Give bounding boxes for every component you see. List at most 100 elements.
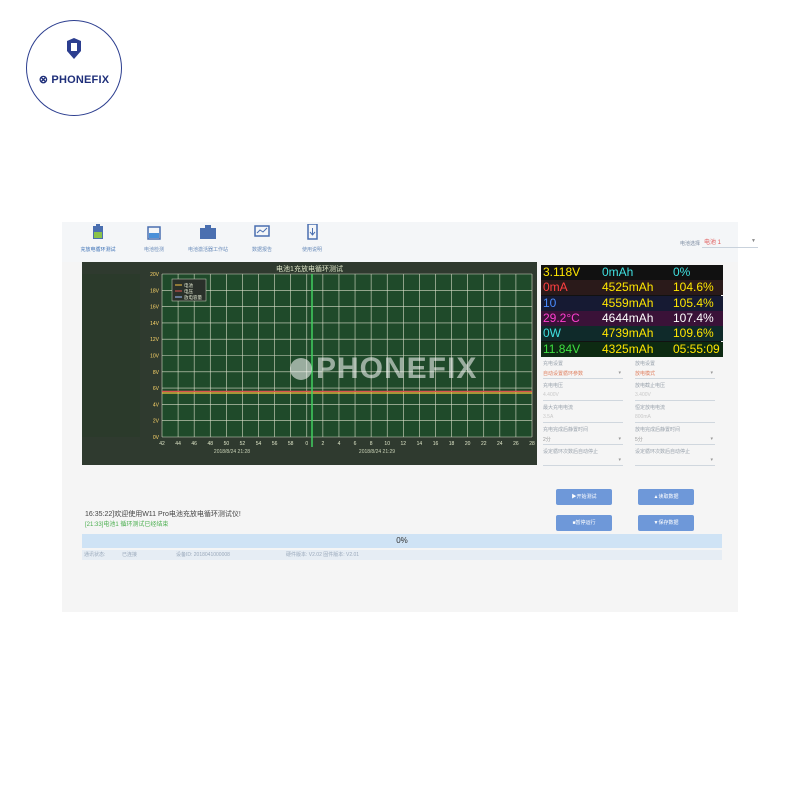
charge-voltage-field[interactable]: 4.400V — [543, 392, 623, 401]
watermark: PHONEFIX — [290, 352, 477, 386]
x-tick-label: 20 — [465, 441, 471, 447]
max-charge-current-label: 最大充电电流 — [543, 405, 574, 411]
tab-workstation[interactable]: 电池激活器工作站 — [186, 224, 230, 260]
x-tick-label: 42 — [159, 441, 165, 447]
left-axis-band — [82, 274, 140, 437]
x-tick-label: 6 — [354, 441, 357, 447]
save-data-button[interactable]: ▼保存数据 — [638, 515, 694, 531]
readout-value: 0mAh — [600, 265, 672, 280]
chevron-down-icon: ▼ — [751, 238, 756, 244]
max-charge-current-field[interactable]: 3.5A — [543, 414, 623, 423]
readout-value: 0% — [671, 265, 723, 280]
charge-mode-select[interactable]: 自动设置循环参数 ▾ — [543, 370, 623, 379]
legend-entry: 电池 — [184, 282, 193, 288]
battery-icon — [147, 226, 161, 240]
discharge-mode-select[interactable]: 放电模式 ▾ — [635, 370, 715, 379]
cycle-auto-stop-select[interactable]: ▾ — [543, 457, 623, 466]
status-item: 通讯状态: — [84, 552, 106, 558]
settings-panel: 充电设置 放电设置 自动设置循环参数 ▾ 放电模式 ▾ 充电电压 放电截止电压 4.… — [541, 360, 723, 470]
x-tick-label: 50 — [224, 441, 230, 447]
discharge-rest-label: 放电完成后静置时间 — [635, 427, 681, 433]
readout-value: 104.6% — [671, 280, 723, 296]
tab-battery-check[interactable]: 电池检测 — [132, 224, 176, 260]
readout-value: 10 — [541, 295, 601, 311]
tab-cycle-test[interactable]: 充放电循环测试 — [76, 224, 120, 260]
x-tick-label: 56 — [272, 441, 278, 447]
status-bar: 通讯状态: 已连接 设备ID: 2018041000008 硬件版本: V2.0… — [82, 550, 722, 560]
y-tick-label: 2V — [153, 419, 160, 425]
x-tick-label: 44 — [175, 441, 181, 447]
chevron-down-icon: ▾ — [710, 457, 713, 463]
readout-value: 4644mAh — [600, 310, 672, 326]
report-icon — [254, 225, 270, 237]
phonefix-mark-icon — [67, 38, 81, 59]
y-tick-label: 14V — [150, 321, 160, 327]
discharge-rest-select[interactable]: 5分 ▾ — [635, 436, 715, 445]
x-tick-label: 14 — [417, 441, 423, 447]
discharge-settings-label: 放电设置 — [635, 361, 656, 367]
workstation-icon — [200, 225, 216, 239]
watermark-x-icon — [290, 358, 312, 380]
x-tick-label: 2 — [321, 441, 324, 447]
x-tick-label: 16 — [433, 441, 439, 447]
cycle-auto-stop2-label: 设定循环次数后自动停止 — [635, 449, 691, 455]
logo-text: ⊗ PHONEFIX — [38, 74, 110, 86]
readout-value: 107.4% — [671, 310, 723, 326]
x-tick-label: 54 — [256, 441, 262, 447]
battery-select-label: 电池选择 — [680, 241, 701, 247]
y-tick-label: 6V — [153, 386, 160, 392]
x-tick-label: 10 — [384, 441, 390, 447]
readout-value: 05:55:09 — [671, 341, 723, 357]
discharge-cutoff-label: 放电截止电压 — [635, 383, 666, 389]
readout-value: 4325mAh — [600, 341, 672, 357]
y-tick-label: 0V — [153, 435, 160, 441]
readout-value: 105.4% — [671, 295, 723, 311]
readout-value: 3.118V — [541, 265, 601, 280]
readout-value: 29.2°C — [541, 310, 601, 326]
status-item: 已连接 — [122, 552, 138, 558]
x-tick-label: 12 — [401, 441, 407, 447]
charge-settings-label: 充电设置 — [543, 361, 564, 367]
readout-value: 11.84V — [541, 341, 601, 357]
chevron-down-icon: ▾ — [710, 436, 713, 442]
x-tick-label: 24 — [497, 441, 503, 447]
cycle-auto-stop-label: 设定循环次数后自动停止 — [543, 449, 599, 455]
discharge-current-label: 恒定放电电流 — [635, 405, 666, 411]
discharge-current-field[interactable]: 800mA — [635, 414, 715, 423]
tab-manual[interactable]: 使用说明 — [290, 224, 334, 260]
start-test-button[interactable]: ▶开始测试 — [556, 489, 612, 505]
cycle-auto-stop2-select[interactable]: ▾ — [635, 457, 715, 466]
x-tick-label: 52 — [240, 441, 246, 447]
x-date-label: 2018/8/24 21:29 — [359, 449, 395, 455]
chevron-down-icon: ▾ — [710, 370, 713, 376]
y-tick-label: 16V — [150, 305, 160, 311]
y-tick-label: 8V — [153, 370, 160, 376]
discharge-cutoff-field[interactable]: 3.400V — [635, 392, 715, 401]
battery-cycle-icon — [93, 224, 103, 239]
readout-value: 4559mAh — [600, 295, 672, 311]
x-tick-label: 8 — [370, 441, 373, 447]
phonefix-logo: ⊗ PHONEFIX — [26, 20, 122, 116]
x-tick-label: 46 — [191, 441, 197, 447]
battery-select[interactable]: 电池 1 ▼ — [702, 237, 758, 248]
chevron-down-icon: ▾ — [618, 370, 621, 376]
x-tick-label: 26 — [513, 441, 519, 447]
read-data-button[interactable]: ▲读取数据 — [638, 489, 694, 505]
readout-panel: 3.118V 0mAh 0% 0mA 4525mAh 104.6% 10 4559mAh 105… — [541, 265, 723, 357]
x-tick-label: 48 — [207, 441, 213, 447]
tab-data-report[interactable]: 数据报告 — [240, 224, 284, 260]
x-tick-label: 58 — [288, 441, 294, 447]
pause-button[interactable]: ■暂停运行 — [556, 515, 612, 531]
y-tick-label: 10V — [150, 354, 160, 360]
y-tick-label: 12V — [150, 337, 160, 343]
legend-entry: 放电容量 — [184, 294, 202, 301]
progress-bar: 0% — [82, 534, 722, 548]
chart-title: 电池1充放电循环测试 — [276, 266, 343, 273]
chevron-down-icon: ▾ — [618, 436, 621, 442]
manual-icon — [307, 224, 318, 240]
x-tick-label: 28 — [529, 441, 535, 447]
charge-rest-select[interactable]: 2分 ▾ — [543, 436, 623, 445]
log-line: [21:33]电池1 循环测试已经结束 — [85, 522, 169, 528]
legend-entry: 电压 — [184, 288, 193, 295]
status-item: 硬件版本: V2.02 固件版本: V2.01 — [286, 552, 360, 558]
